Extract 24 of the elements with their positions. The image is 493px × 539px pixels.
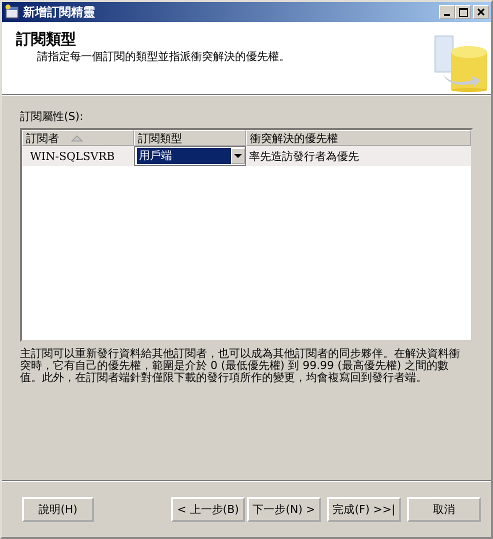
- wizard-button[interactable]: < 上一步(B): [171, 496, 245, 522]
- table-cell-text: 率先造訪發行者為優先: [248, 148, 360, 164]
- window-title: 新增訂閱精靈: [23, 4, 96, 20]
- close-icon: [477, 8, 485, 16]
- maximize-icon: [458, 8, 468, 16]
- close-button[interactable]: [473, 5, 489, 19]
- table-cell-text: WIN-SQLSVRB: [29, 150, 116, 162]
- maximize-button[interactable]: [455, 5, 471, 19]
- wizard-button[interactable]: 完成(F) >>|: [327, 496, 401, 522]
- page-subtitle: 請指定每一個訂閱的類型並指派衝突解決的優先權。: [36, 49, 290, 64]
- grid-label: 訂閱屬性(S):: [20, 109, 84, 124]
- column-header[interactable]: 訂閱類型: [134, 130, 246, 146]
- wizard-button[interactable]: 取消: [407, 496, 481, 522]
- minimize-button[interactable]: [439, 5, 455, 19]
- table-row[interactable]: WIN-SQLSVRB 用戶端 率先造訪發行者為優先: [22, 146, 471, 166]
- column-header[interactable]: 訂閱者: [22, 130, 134, 146]
- help-button[interactable]: 說明(H): [22, 496, 94, 522]
- dropdown-arrow-icon: [234, 154, 242, 158]
- type-dropdown[interactable]: 用戶端: [134, 146, 246, 166]
- wizard-button[interactable]: 下一步(N) >: [247, 496, 321, 522]
- wizard-icon: [4, 4, 20, 20]
- column-header[interactable]: 衝突解決的優先權: [246, 130, 471, 146]
- page-title: 訂閱類型: [16, 30, 77, 49]
- description-text: 主訂閱可以重新發行資料給其他訂閱者，也可以成為其他訂閱者的同步夥伴。在解決資料衝突時，它有自己的優先權，範圍是介於 0 (最低優先權) 到 99.99 (最高優先權) 之間的數值。此外，在訂閱者端針對僅限下載的發行項所作的變更，均會複寫回到發行者端。: [20, 348, 461, 384]
